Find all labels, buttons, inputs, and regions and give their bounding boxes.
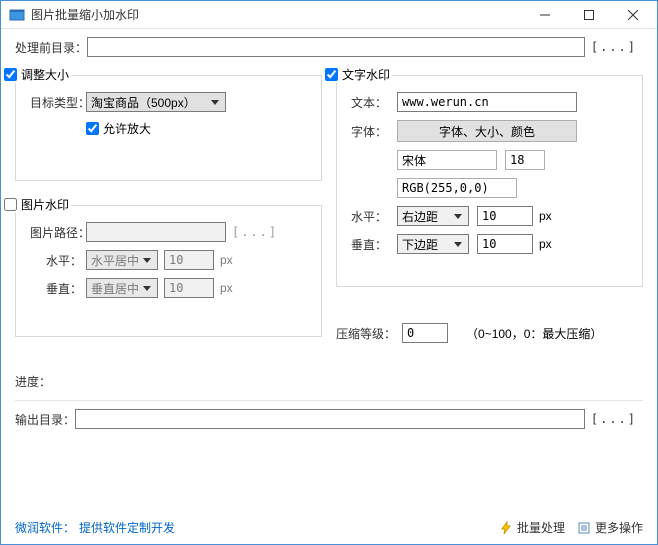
text-wm-font-label: 字体：: [351, 123, 397, 140]
image-wm-h-px: px: [220, 253, 233, 267]
image-wm-checkbox[interactable]: [4, 198, 17, 211]
footer-company: 微润软件：: [15, 519, 75, 536]
progress-row: 进度：: [15, 373, 643, 390]
allow-enlarge-checkbox-wrap[interactable]: 允许放大: [86, 120, 151, 137]
left-column: 调整大小 目标类型： 淘宝商品（500px） 允许放大: [15, 69, 322, 351]
compress-field[interactable]: [402, 323, 448, 343]
allow-enlarge-label: 允许放大: [103, 120, 151, 137]
text-wm-text-label: 文本：: [351, 94, 397, 111]
output-dir-field[interactable]: [75, 409, 585, 429]
footer-link[interactable]: 提供软件定制开发: [79, 519, 175, 536]
text-wm-checkbox[interactable]: [325, 68, 338, 81]
compress-hint: （0~100，0：最大压缩）: [466, 325, 602, 342]
image-wm-path-row: 图片路径： [...]: [30, 222, 309, 242]
text-wm-v-select[interactable]: 下边距: [397, 234, 469, 254]
columns: 调整大小 目标类型： 淘宝商品（500px） 允许放大: [15, 69, 643, 351]
resize-type-select[interactable]: 淘宝商品（500px）: [86, 92, 226, 112]
image-wm-h-label: 水平：: [30, 252, 86, 269]
text-wm-font-row: 字体： 字体、大小、颜色: [351, 120, 630, 142]
image-wm-h-row: 水平： 水平居中 px: [30, 250, 309, 270]
text-wm-fontcolor-row: RGB(255,0,0): [397, 178, 630, 198]
text-wm-h-select[interactable]: 右边距: [397, 206, 469, 226]
window-title: 图片批量缩小加水印: [31, 6, 523, 23]
image-wm-legend: 图片水印: [2, 196, 71, 213]
right-column: 文字水印 文本： 字体： 字体、大小、颜色 宋体 18: [336, 69, 643, 351]
text-wm-group: 文字水印 文本： 字体： 字体、大小、颜色 宋体 18: [336, 75, 643, 287]
footer: 微润软件： 提供软件定制开发 批量处理 更多操作: [1, 513, 657, 544]
output-dir-label: 输出目录：: [15, 411, 75, 428]
progress-label: 进度：: [15, 373, 51, 390]
maximize-button[interactable]: [567, 1, 611, 28]
lightning-icon: [499, 521, 513, 535]
image-wm-path-field: [86, 222, 226, 242]
image-wm-path-label: 图片路径：: [30, 224, 86, 241]
input-dir-label: 处理前目录：: [15, 39, 87, 56]
input-dir-row: 处理前目录： [...]: [15, 37, 643, 57]
more-actions-button[interactable]: 更多操作: [577, 519, 643, 536]
minimize-button[interactable]: [523, 1, 567, 28]
text-wm-v-offset[interactable]: [477, 234, 533, 254]
image-wm-browse: [...]: [226, 222, 284, 242]
image-wm-legend-text: 图片水印: [21, 196, 69, 213]
compress-row: 压缩等级： （0~100，0：最大压缩）: [336, 323, 643, 343]
text-wm-h-px: px: [539, 209, 552, 223]
input-dir-field[interactable]: [87, 37, 585, 57]
divider-1: [15, 400, 643, 401]
text-wm-legend-text: 文字水印: [342, 66, 390, 83]
text-wm-fontname-row: 宋体 18: [397, 150, 630, 170]
allow-enlarge-row: 允许放大: [86, 120, 309, 137]
image-wm-v-label: 垂直：: [30, 280, 86, 297]
resize-checkbox[interactable]: [4, 68, 17, 81]
resize-legend-text: 调整大小: [21, 66, 69, 83]
window-controls: [523, 1, 655, 28]
input-dir-browse[interactable]: [...]: [585, 37, 643, 57]
text-wm-font-button[interactable]: 字体、大小、颜色: [397, 120, 577, 142]
text-wm-text-row: 文本：: [351, 92, 630, 112]
allow-enlarge-checkbox[interactable]: [86, 122, 99, 135]
text-wm-fontname: 宋体: [397, 150, 497, 170]
titlebar: 图片批量缩小加水印: [1, 1, 657, 29]
resize-type-row: 目标类型： 淘宝商品（500px）: [30, 92, 309, 112]
text-wm-text-field[interactable]: [397, 92, 577, 112]
text-wm-h-row: 水平： 右边距 px: [351, 206, 630, 226]
footer-actions: 批量处理 更多操作: [499, 519, 643, 536]
app-icon: [9, 7, 25, 23]
image-wm-v-select: 垂直居中: [86, 278, 158, 298]
batch-process-button[interactable]: 批量处理: [499, 519, 565, 536]
image-wm-v-offset: [164, 278, 214, 298]
text-wm-v-row: 垂直： 下边距 px: [351, 234, 630, 254]
image-wm-h-select: 水平居中: [86, 250, 158, 270]
resize-type-label: 目标类型：: [30, 94, 86, 111]
compress-label: 压缩等级：: [336, 325, 396, 342]
output-dir-row: 输出目录： [...]: [15, 409, 643, 429]
text-wm-v-label: 垂直：: [351, 236, 397, 253]
output-dir-browse[interactable]: [...]: [585, 409, 643, 429]
close-button[interactable]: [611, 1, 655, 28]
content: 处理前目录： [...] 调整大小 目标类型： 淘宝商品（500px）: [1, 29, 657, 513]
text-wm-fontsize: 18: [505, 150, 545, 170]
image-wm-v-row: 垂直： 垂直居中 px: [30, 278, 309, 298]
image-wm-group: 图片水印 图片路径： [...] 水平： 水平居中 px 垂直：: [15, 205, 322, 337]
resize-group: 调整大小 目标类型： 淘宝商品（500px） 允许放大: [15, 75, 322, 181]
image-wm-h-offset: [164, 250, 214, 270]
text-wm-legend: 文字水印: [323, 66, 392, 83]
text-wm-fontcolor: RGB(255,0,0): [397, 178, 517, 198]
text-wm-v-px: px: [539, 237, 552, 251]
menu-icon: [577, 521, 591, 535]
text-wm-h-offset[interactable]: [477, 206, 533, 226]
text-wm-h-label: 水平：: [351, 208, 397, 225]
resize-legend: 调整大小: [2, 66, 71, 83]
image-wm-v-px: px: [220, 281, 233, 295]
window-root: 图片批量缩小加水印 处理前目录： [...] 调整大小 目标类型：: [0, 0, 658, 545]
